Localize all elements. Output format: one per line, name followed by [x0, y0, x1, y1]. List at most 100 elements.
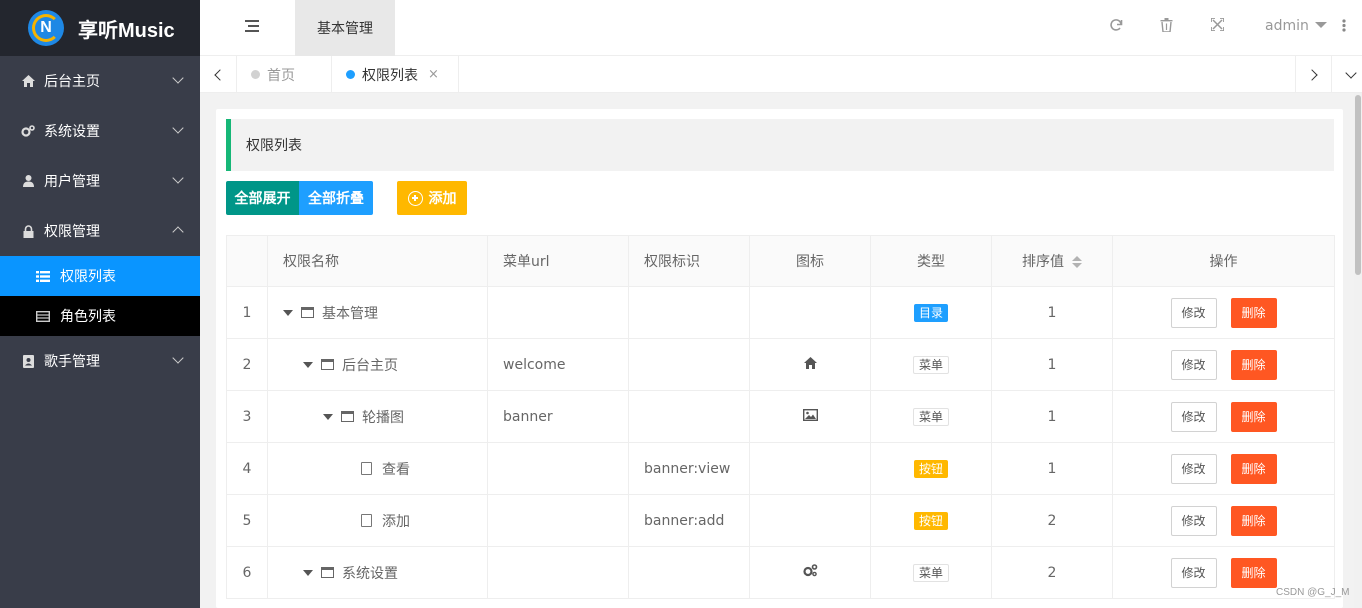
cell-perm	[628, 390, 750, 443]
fullscreen-icon[interactable]	[1210, 17, 1225, 35]
more-vertical-icon[interactable]	[1342, 19, 1346, 36]
caret-down-icon[interactable]	[303, 361, 313, 368]
sidebar-item-permissions[interactable]: 权限管理	[0, 206, 200, 256]
delete-button[interactable]: 删除	[1230, 505, 1277, 536]
sidebar-item-users[interactable]: 用户管理	[0, 156, 200, 206]
scrollbar[interactable]	[1354, 93, 1362, 608]
cell-sort: 2	[991, 546, 1113, 599]
menu-toggle-icon[interactable]	[245, 20, 259, 32]
gears-icon	[20, 125, 36, 137]
cell-sort: 1	[991, 286, 1113, 339]
cell-perm: banner:add	[628, 494, 750, 547]
username: admin	[1265, 18, 1309, 34]
folder-window-icon	[321, 359, 334, 370]
column-header-sort[interactable]: 排序值	[991, 235, 1113, 287]
table-row: 6 系统设置 菜单 2 修改 删除	[226, 546, 1335, 599]
type-badge: 目录	[913, 303, 948, 322]
close-icon[interactable]: ×	[428, 67, 439, 82]
delete-button[interactable]: 删除	[1230, 297, 1277, 328]
cell-icon	[749, 338, 871, 391]
permission-name: 轮播图	[362, 409, 404, 426]
edit-button[interactable]: 修改	[1170, 349, 1217, 380]
logo-icon: N	[28, 10, 64, 46]
content-card: 权限列表 全部展开 全部折叠 添加 权限名称 菜单url 权限标识 图标 类型 …	[216, 109, 1343, 608]
chevron-down-icon	[172, 172, 184, 184]
sidebar-subitem-role-list[interactable]: 角色列表	[0, 296, 200, 336]
edit-button[interactable]: 修改	[1170, 505, 1217, 536]
sort-icon[interactable]	[1072, 256, 1082, 268]
module-tab[interactable]: 基本管理	[295, 0, 395, 56]
sidebar-item-home[interactable]: 后台主页	[0, 56, 200, 106]
tabs-prev-button[interactable]	[200, 56, 237, 93]
column-header-url: 菜单url	[487, 235, 629, 287]
table-icon	[36, 310, 50, 322]
cell-sort: 1	[991, 338, 1113, 391]
user-menu[interactable]: admin	[1265, 18, 1327, 34]
cell-perm	[628, 286, 750, 339]
page-tabs: 首页 权限列表 ×	[200, 56, 1362, 93]
tabs-menu-button[interactable]	[1332, 56, 1362, 93]
file-icon	[361, 514, 372, 527]
table-row: 3 轮播图 banner 菜单 1 修改 删除	[226, 390, 1335, 443]
sidebar-item-singers[interactable]: 歌手管理	[0, 336, 200, 386]
add-button[interactable]: 添加	[397, 181, 467, 215]
scrollbar-thumb[interactable]	[1355, 95, 1361, 275]
cell-name: 轮播图	[267, 390, 488, 443]
caret-down-icon[interactable]	[303, 569, 313, 576]
expand-all-button[interactable]: 全部展开	[226, 181, 299, 215]
delete-button[interactable]: 删除	[1230, 453, 1277, 484]
sidebar-subitem-permission-list[interactable]: 权限列表	[0, 256, 200, 296]
logo[interactable]: N 享听Music	[0, 0, 200, 56]
permission-name: 系统设置	[342, 565, 398, 582]
tab-home[interactable]: 首页	[237, 56, 332, 93]
cell-name: 查看	[267, 442, 488, 495]
caret-down-icon[interactable]	[323, 413, 333, 420]
sidebar-item-label: 歌手管理	[44, 354, 100, 370]
file-icon	[361, 462, 372, 475]
delete-button[interactable]: 删除	[1230, 557, 1277, 588]
type-badge: 菜单	[912, 563, 949, 582]
collapse-all-button[interactable]: 全部折叠	[299, 181, 373, 215]
cell-index: 2	[226, 338, 268, 391]
user-icon	[20, 175, 36, 187]
refresh-icon[interactable]	[1109, 18, 1123, 36]
cell-icon	[749, 442, 871, 495]
delete-button[interactable]: 删除	[1230, 349, 1277, 380]
table-row: 2 后台主页 welcome 菜单 1 修改 删除	[226, 338, 1335, 391]
edit-button[interactable]: 修改	[1170, 453, 1217, 484]
tab-dot	[346, 70, 355, 79]
cell-type: 按钮	[870, 442, 992, 495]
cell-actions: 修改 删除	[1112, 494, 1335, 547]
cell-type: 菜单	[870, 546, 992, 599]
column-header-type: 类型	[870, 235, 992, 287]
edit-button[interactable]: 修改	[1170, 557, 1217, 588]
trash-icon[interactable]	[1160, 18, 1173, 36]
delete-button[interactable]: 删除	[1230, 401, 1277, 432]
cell-sort: 2	[991, 494, 1113, 547]
cell-perm: banner:view	[628, 442, 750, 495]
edit-button[interactable]: 修改	[1170, 401, 1217, 432]
type-badge: 按钮	[913, 459, 948, 478]
app-title: 享听Music	[78, 19, 175, 42]
cell-url: welcome	[487, 338, 629, 391]
caret-down-icon[interactable]	[283, 309, 293, 316]
lock-icon	[20, 224, 36, 238]
list-icon	[36, 270, 50, 282]
cell-index: 4	[226, 442, 268, 495]
chevron-up-icon	[172, 226, 184, 238]
table-header-row: 权限名称 菜单url 权限标识 图标 类型 排序值 操作	[226, 235, 1335, 287]
page-title: 权限列表	[226, 119, 1334, 171]
cell-url	[487, 442, 629, 495]
column-header-icon: 图标	[749, 235, 871, 287]
tab-permission-list[interactable]: 权限列表 ×	[332, 56, 459, 93]
edit-button[interactable]: 修改	[1170, 297, 1217, 328]
permission-name: 查看	[382, 461, 410, 478]
home-icon	[803, 356, 817, 373]
sidebar-item-settings[interactable]: 系统设置	[0, 106, 200, 156]
address-book-icon	[20, 354, 36, 368]
folder-window-icon	[341, 411, 354, 422]
cell-icon	[749, 390, 871, 443]
tabs-next-button[interactable]	[1295, 56, 1332, 93]
cell-index: 3	[226, 390, 268, 443]
cell-name: 添加	[267, 494, 488, 547]
